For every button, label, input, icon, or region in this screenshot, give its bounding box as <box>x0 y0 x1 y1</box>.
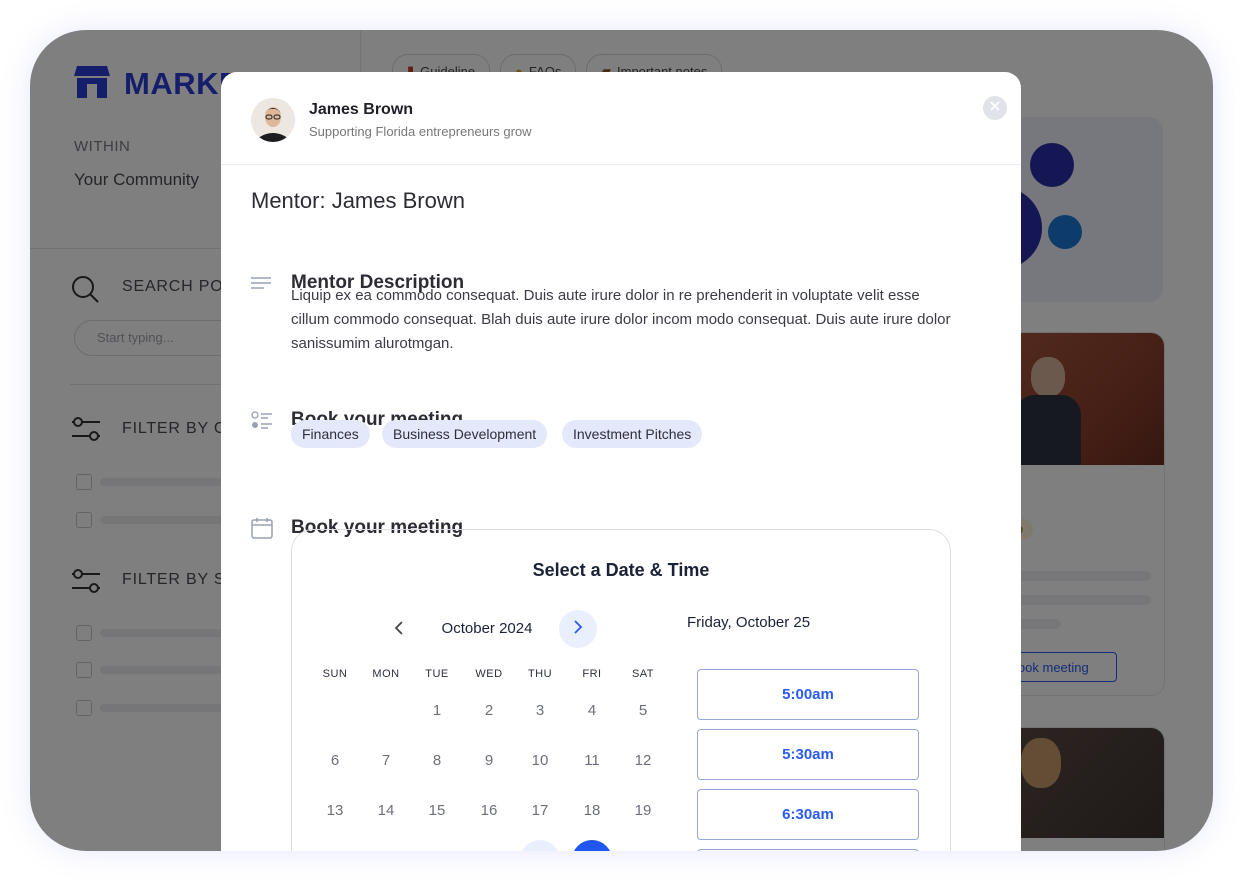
weekday-label: SUN <box>322 668 348 680</box>
prev-month-button[interactable] <box>389 620 409 640</box>
close-icon <box>989 99 1001 117</box>
chevron-right-icon <box>573 619 583 639</box>
calendar-day: 18 <box>583 801 601 819</box>
weekday-label: WED <box>475 668 503 680</box>
calendar-day: 4 <box>587 701 597 719</box>
weekday-label: TUE <box>425 668 449 680</box>
calendar-day: 19 <box>634 801 652 819</box>
weekday-label: SAT <box>631 668 655 680</box>
weekday-label: THU <box>527 668 553 680</box>
mentor-description: Liquip ex ea commodo consequat. Duis aut… <box>291 287 951 352</box>
calendar-day[interactable]: 24 <box>520 840 560 851</box>
calendar-icon <box>251 517 273 544</box>
month-label: October 2024 <box>441 620 533 637</box>
calendar-day: 2 <box>484 701 494 719</box>
selected-date-label: Friday, October 25 <box>687 614 811 631</box>
calendar-day: 15 <box>428 801 446 819</box>
time-slot-button[interactable]: 6:30am <box>697 789 919 840</box>
calendar-title: Select a Date & Time <box>532 560 710 580</box>
mentor-modal: James Brown Supporting Florida entrepren… <box>221 72 1021 851</box>
calendar-day: 13 <box>326 801 344 819</box>
calendar-day: 9 <box>484 751 494 769</box>
calendar-day: 1 <box>432 701 442 719</box>
next-month-button[interactable] <box>559 610 597 648</box>
calendar-day: 26 <box>623 840 663 851</box>
selected-day[interactable]: 25 <box>572 840 612 851</box>
modal-title: Mentor: James Brown <box>251 188 465 213</box>
calendar-day: 7 <box>381 751 391 769</box>
calendar-day: 21 <box>366 840 406 851</box>
tag-business-development[interactable]: Business Development <box>382 420 548 448</box>
close-button[interactable] <box>983 96 1007 120</box>
weekday-label: FRI <box>582 668 602 680</box>
app-frame: MARKETPLACE WITHIN Your Community SEARCH… <box>30 30 1213 851</box>
mentor-subtitle: Supporting Florida entrepreneurs grow <box>309 124 532 139</box>
avatar <box>251 98 295 142</box>
booking-calendar: Select a Date & Time October 2024 SUN MON… <box>291 529 951 851</box>
list-icon <box>251 411 273 436</box>
calendar-day: 16 <box>480 801 498 819</box>
calendar-day: 8 <box>432 751 442 769</box>
tag-finances[interactable]: Finances <box>291 420 370 448</box>
mentor-name: James Brown <box>309 101 414 118</box>
text-lines-icon <box>251 276 273 297</box>
calendar-day: 23 <box>469 840 509 851</box>
calendar-day: 11 <box>584 751 600 769</box>
calendar-day: 17 <box>531 801 549 819</box>
time-slot-button[interactable]: 5:30am <box>697 729 919 780</box>
calendar-day: 3 <box>535 701 545 719</box>
calendar-day: 10 <box>531 751 549 769</box>
calendar-day: 5 <box>638 701 648 719</box>
calendar-day: 14 <box>377 801 395 819</box>
tag-investment-pitches[interactable]: Investment Pitches <box>562 420 703 448</box>
time-slot-button[interactable]: 5:00am <box>697 669 919 720</box>
modal-header: James Brown Supporting Florida entrepren… <box>221 72 1021 165</box>
calendar-day: 6 <box>330 751 340 769</box>
calendar-day: 20 <box>315 840 355 851</box>
chevron-left-icon <box>394 620 404 640</box>
calendar-day: 22 <box>417 840 457 851</box>
time-slot-button[interactable] <box>697 849 919 851</box>
weekday-label: MON <box>372 668 400 680</box>
calendar-day: 12 <box>634 751 652 769</box>
